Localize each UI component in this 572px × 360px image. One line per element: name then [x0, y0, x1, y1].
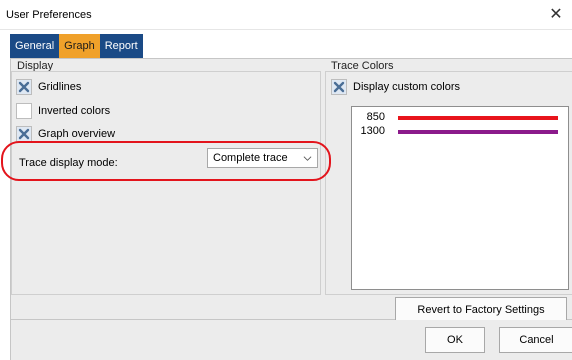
- checkbox-checked-icon: [16, 126, 32, 142]
- cancel-button[interactable]: Cancel: [499, 327, 572, 353]
- trace-color-swatch: [398, 116, 558, 120]
- inverted-colors-label: Inverted colors: [38, 105, 111, 117]
- dialog-footer: OK Cancel: [10, 320, 572, 360]
- close-icon[interactable]: ✕: [548, 6, 564, 23]
- tab-report[interactable]: Report: [99, 34, 143, 58]
- inverted-colors-checkbox[interactable]: Inverted colors: [16, 103, 110, 119]
- graph-overview-checkbox[interactable]: Graph overview: [16, 126, 115, 142]
- window-title: User Preferences: [6, 9, 92, 21]
- trace-display-mode-value: Complete trace: [213, 152, 288, 164]
- checkbox-checked-icon: [331, 79, 347, 95]
- trace-wavelength: 850: [366, 111, 385, 123]
- trace-color-row[interactable]: 850: [352, 111, 570, 125]
- graph-settings-panel: Display Gridlines Inverted colors Graph …: [1, 58, 572, 323]
- gridlines-checkbox[interactable]: Gridlines: [16, 79, 81, 95]
- chevron-down-icon: [303, 156, 312, 161]
- tab-general[interactable]: General: [10, 34, 60, 58]
- trace-color-swatch: [398, 130, 558, 134]
- tab-graph[interactable]: Graph: [59, 34, 100, 58]
- checkbox-unchecked-icon: [16, 103, 32, 119]
- checkbox-checked-icon: [16, 79, 32, 95]
- trace-color-list[interactable]: 850 1300: [351, 106, 569, 290]
- tab-strip: General Graph Report: [10, 34, 143, 58]
- trace-display-mode-label: Trace display mode:: [19, 157, 118, 169]
- gridlines-label: Gridlines: [38, 81, 82, 93]
- ok-button[interactable]: OK: [425, 327, 485, 353]
- title-bar: User Preferences ✕: [0, 0, 572, 30]
- trace-wavelength: 1300: [360, 125, 385, 137]
- display-custom-colors-label: Display custom colors: [353, 81, 460, 93]
- graph-overview-label: Graph overview: [38, 128, 116, 140]
- display-custom-colors-checkbox[interactable]: Display custom colors: [331, 79, 460, 95]
- trace-display-mode-dropdown[interactable]: Complete trace: [207, 148, 318, 168]
- trace-color-row[interactable]: 1300: [352, 125, 570, 139]
